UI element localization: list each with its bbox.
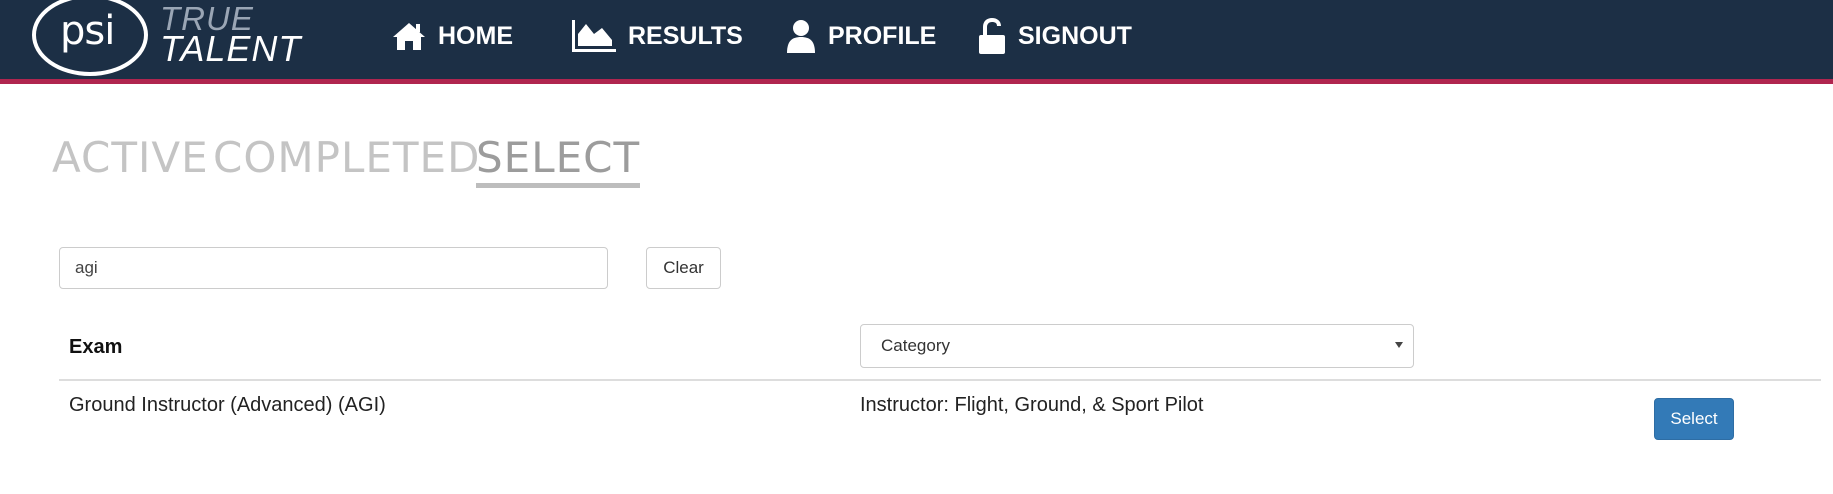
nav-home-label: HOME (438, 21, 513, 50)
exam-column-header: Exam (69, 336, 123, 358)
select-exam-button[interactable]: Select (1654, 398, 1734, 440)
nav-home[interactable]: HOME (392, 14, 513, 58)
nav-results[interactable]: RESULTS (572, 14, 743, 58)
nav-signout-label: SIGNOUT (1018, 21, 1132, 50)
tab-select[interactable]: SELECT (476, 134, 641, 188)
category-cell: Instructor: Flight, Ground, & Sport Pilo… (860, 394, 1204, 416)
logo-talent-text: TALENT (160, 28, 302, 69)
search-input[interactable] (59, 247, 608, 289)
category-select-value: Category (881, 336, 950, 355)
chevron-down-icon (1395, 342, 1403, 348)
category-filter-select[interactable]: Category (860, 324, 1414, 368)
clear-button[interactable]: Clear (646, 247, 721, 289)
table-header-divider (59, 379, 1821, 381)
tab-active[interactable]: ACTIVE (52, 134, 209, 182)
exam-cell: Ground Instructor (Advanced) (AGI) (69, 394, 386, 416)
nav-results-label: RESULTS (628, 21, 743, 50)
user-icon (786, 19, 816, 53)
nav-profile[interactable]: PROFILE (786, 14, 936, 58)
logo-psi-text: psi (60, 8, 115, 54)
nav-profile-label: PROFILE (828, 21, 937, 50)
home-icon (392, 21, 426, 51)
tab-completed[interactable]: COMPLETED (213, 134, 480, 182)
nav-signout[interactable]: SIGNOUT (978, 14, 1132, 58)
top-navbar: psi TRUE TALENT HOME RESULTS PROFILE SIG… (0, 0, 1833, 84)
psi-true-talent-logo[interactable]: psi TRUE TALENT (32, 0, 332, 78)
unlock-icon (978, 18, 1006, 54)
chart-icon (572, 20, 616, 52)
